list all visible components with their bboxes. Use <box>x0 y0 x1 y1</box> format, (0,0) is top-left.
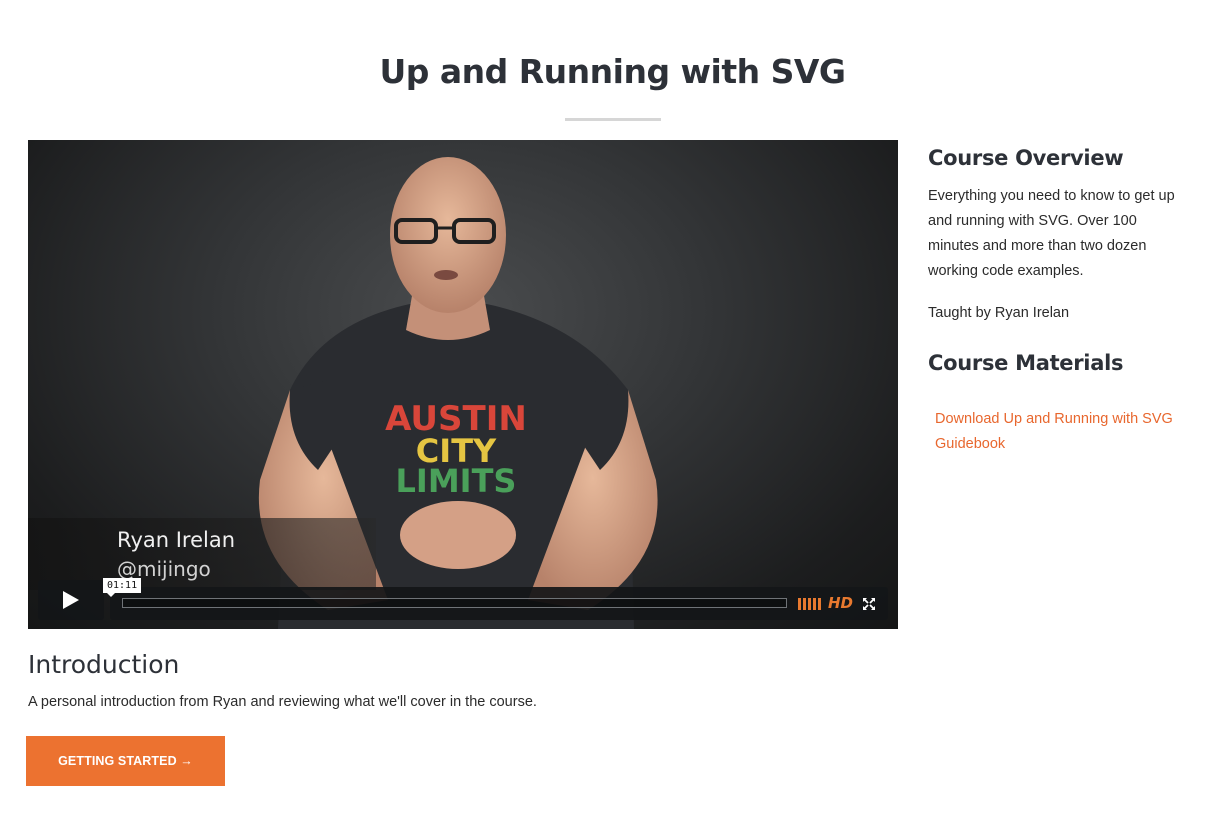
lesson-title: Introduction <box>28 650 180 679</box>
guidebook-download-link[interactable]: Download Up and Running with SVG Guidebo… <box>935 407 1190 457</box>
course-overview-heading: Course Overview <box>928 146 1124 170</box>
volume-icon[interactable] <box>798 598 822 610</box>
fullscreen-icon[interactable] <box>862 597 876 611</box>
video-player[interactable]: AUSTIN CITY LIMITS Ryan Irelan @mijingo … <box>28 140 898 629</box>
title-divider <box>565 118 661 121</box>
lesson-description: A personal introduction from Ryan and re… <box>28 694 537 710</box>
instructor-credit: Taught by Ryan Irelan <box>928 305 1070 321</box>
course-materials-heading: Course Materials <box>928 351 1124 375</box>
time-tooltip: 01:11 <box>103 578 142 597</box>
course-overview-text: Everything you need to know to get up an… <box>928 188 1175 279</box>
page-title: Up and Running with SVG <box>379 52 846 91</box>
video-controls-bar: HD <box>110 587 888 620</box>
lower-third-name: Ryan Irelan <box>117 528 236 552</box>
progress-bar[interactable] <box>122 598 787 608</box>
play-button[interactable] <box>38 580 104 620</box>
hd-toggle[interactable]: HD <box>828 594 853 612</box>
getting-started-button[interactable]: GETTING STARTED → <box>26 736 225 786</box>
shirt-line-3: LIMITS <box>396 462 517 500</box>
play-icon <box>63 591 79 609</box>
